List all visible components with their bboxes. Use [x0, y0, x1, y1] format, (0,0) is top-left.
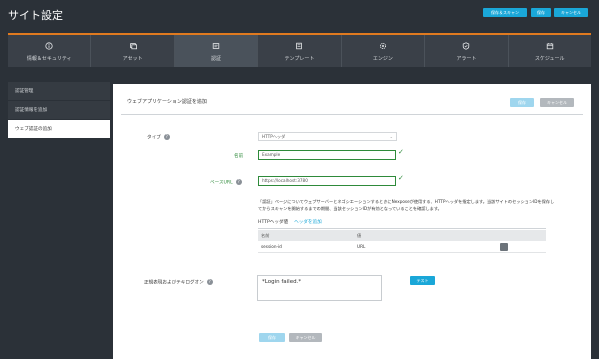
- tab-label: 認証: [211, 56, 222, 62]
- table-row: session-id URL: [258, 241, 546, 253]
- info-icon: [45, 42, 53, 50]
- tab-templates[interactable]: テンプレート: [258, 35, 342, 67]
- http-header-section: HTTPヘッダ値 ヘッダを追加 名前 値 session-id URL: [258, 219, 546, 265]
- tab-label: 情報＆セキュリティ: [26, 56, 72, 62]
- header-tabline: HTTPヘッダ値 ヘッダを追加: [258, 219, 322, 225]
- type-select-value: HTTPヘッダ: [262, 134, 286, 139]
- type-select[interactable]: HTTPヘッダ ⌄: [258, 132, 397, 141]
- tab-label: スケジュール: [534, 56, 565, 62]
- sidebar-item-manage-auth[interactable]: 認証管理: [8, 82, 110, 101]
- tab-authentication[interactable]: 認証: [174, 35, 259, 67]
- template-icon: [296, 42, 303, 50]
- panel-cancel-button[interactable]: キャンセル: [540, 98, 574, 107]
- add-header-link[interactable]: ヘッダを追加: [294, 220, 322, 225]
- schedule-icon: [546, 42, 553, 50]
- asset-icon: [129, 43, 137, 50]
- tab-label: エンジン: [372, 56, 393, 62]
- header-name-cell: session-id: [261, 244, 282, 249]
- save-button[interactable]: 保存: [531, 8, 551, 17]
- cancel-button[interactable]: キャンセル: [554, 8, 588, 17]
- app-header: サイト設定 保存＆スキャン 保存 キャンセル: [0, 0, 599, 32]
- base-url-field[interactable]: https://localhost:3780: [258, 176, 396, 186]
- bottom-cancel-button[interactable]: キャンセル: [289, 333, 322, 342]
- name-field[interactable]: Example: [258, 150, 396, 160]
- help-icon[interactable]: ?: [163, 134, 170, 140]
- save-and-scan-button[interactable]: 保存＆スキャン: [483, 8, 527, 17]
- base-url-label: ベースURL?: [210, 179, 242, 186]
- column-header-value: 値: [357, 233, 362, 238]
- help-icon[interactable]: ?: [235, 179, 242, 185]
- sidebar-item-add-web-auth[interactable]: ウェブ認証の追加: [8, 120, 110, 139]
- type-label-text: タイプ: [147, 135, 161, 141]
- http-header-info: 「認証」ページについてウェブサーバーとネゴシエーションするときにNexposeが…: [258, 199, 555, 211]
- tab-label: アラート: [456, 56, 477, 62]
- chevron-down-icon: ⌄: [389, 134, 393, 139]
- test-button[interactable]: テスト: [410, 276, 435, 285]
- check-icon: ✓: [398, 174, 404, 182]
- alert-icon: [463, 42, 470, 50]
- tab-engines[interactable]: エンジン: [342, 35, 426, 67]
- table-header: 名前 値: [258, 230, 546, 241]
- regex-label: 正規表現およびテキログオン?: [144, 279, 213, 286]
- divider: [258, 228, 546, 229]
- header-value-cell: URL: [357, 244, 366, 249]
- panel-title: ウェブアプリケーション認証を追加: [127, 99, 207, 105]
- check-icon: ✓: [398, 148, 404, 156]
- column-header-name: 名前: [261, 233, 270, 238]
- regex-label-text: 正規表現およびテキログオン: [144, 280, 204, 286]
- help-icon[interactable]: ?: [206, 279, 213, 285]
- type-label: タイプ?: [147, 134, 170, 141]
- sidebar-item-add-credentials[interactable]: 認証情報を追加: [8, 101, 110, 120]
- name-label: 名前: [234, 154, 244, 159]
- tab-label: アセット: [122, 56, 143, 62]
- sidebar: 認証管理 認証情報を追加 ウェブ認証の追加: [8, 82, 110, 139]
- base-url-label-text: ベースURL: [210, 180, 233, 186]
- engine-icon: [379, 42, 386, 50]
- panel-save-button[interactable]: 保存: [510, 98, 534, 107]
- settings-tabs: 情報＆セキュリティ アセット 認証 テンプレート エンジン アラート スケジュー…: [8, 33, 591, 67]
- tab-info-security[interactable]: 情報＆セキュリティ: [8, 35, 92, 67]
- tab-label: テンプレート: [284, 56, 315, 62]
- tab-assets[interactable]: アセット: [91, 35, 175, 67]
- tab-schedule[interactable]: スケジュール: [509, 35, 591, 67]
- page-title: サイト設定: [8, 9, 63, 22]
- web-auth-panel: ウェブアプリケーション認証を追加 保存 キャンセル タイプ? HTTPヘッダ ⌄ …: [113, 84, 591, 359]
- divider: [121, 114, 583, 115]
- trash-icon[interactable]: [500, 243, 508, 251]
- http-header-tab[interactable]: HTTPヘッダ値: [258, 220, 288, 225]
- regex-textarea[interactable]: *Login failed.*: [257, 275, 382, 301]
- bottom-save-button[interactable]: 保存: [259, 333, 285, 342]
- auth-icon: [212, 43, 220, 49]
- tab-alerts[interactable]: アラート: [425, 35, 509, 67]
